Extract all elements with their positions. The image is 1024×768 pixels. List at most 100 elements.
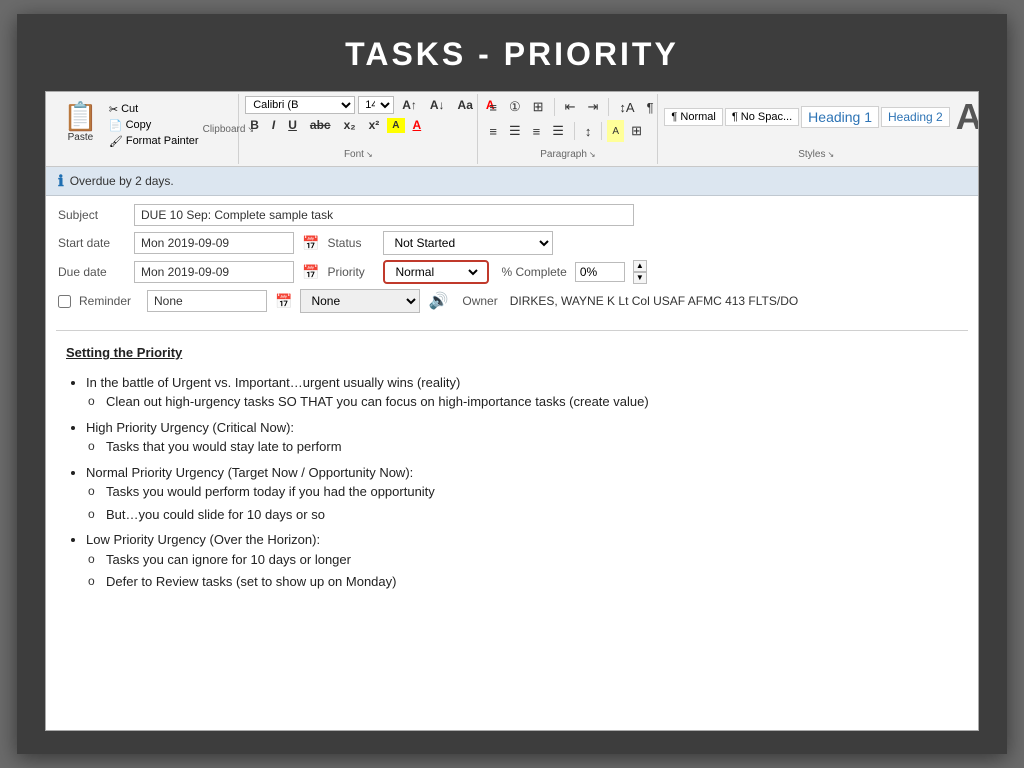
sort-button[interactable]: ↕A [614,96,639,118]
reminder-label: Reminder [79,294,139,308]
decrease-indent-button[interactable]: ⇤ [560,96,581,118]
sub-list-item: Tasks that you would stay late to perfor… [106,437,950,457]
percent-input[interactable] [575,262,625,282]
format-painter-button[interactable]: 🖌 Format Painter [105,134,203,149]
sub-list-item: Defer to Review tasks (set to show up on… [106,572,950,592]
para-row1: ≡ ① ⊞ ⇤ ⇥ ↕A ¶ [484,96,658,118]
justify-button[interactable]: ☰ [547,120,569,142]
owner-label: Owner [462,294,497,308]
bullet-list: In the battle of Urgent vs. Important…ur… [86,373,950,592]
scissors-icon: ✂ [109,103,118,116]
copy-button[interactable]: 📄 Copy [105,118,203,133]
format-painter-icon: 🖌 [109,135,123,148]
sub-list: Tasks that you would stay late to perfor… [106,437,950,457]
grow-font-button[interactable]: A↑ [397,96,422,114]
align-left-button[interactable]: ≡ [484,120,502,142]
status-select[interactable]: Not Started In Progress Completed Waitin… [383,231,553,255]
numbering-button[interactable]: ① [504,96,526,118]
styles-expand-icon[interactable]: ↘ [827,150,834,159]
styles-label: Styles ↘ [798,149,834,162]
list-item: Normal Priority Urgency (Target Now / Op… [86,463,950,525]
ribbon: 📋 Paste ✂ Cut 📄 Copy [46,92,978,167]
reminder-owner-row: Reminder 📅 None 🔊 Owner DIRKES, WAYNE K … [58,289,966,313]
percent-spinner: ▲ ▼ [633,260,647,284]
borders-button[interactable]: ⊞ [626,120,647,142]
paste-button[interactable]: 📋 Paste [56,100,105,146]
sub-list-item: But…you could slide for 10 days or so [106,505,950,525]
reminder-calendar-icon[interactable]: 📅 [275,293,292,310]
start-calendar-icon[interactable]: 📅 [302,235,319,252]
align-right-button[interactable]: ≡ [528,120,546,142]
paragraph-group: ≡ ① ⊞ ⇤ ⇥ ↕A ¶ ≡ ☰ [478,94,658,164]
subscript-button[interactable]: x₂ [339,116,361,134]
font-expand-icon[interactable]: ↘ [366,150,373,159]
start-status-row: Start date 📅 Status Not Started In Progr… [58,231,966,255]
font-group-inner: Calibri (B 14 A↑ A↓ Aa A B I [245,96,499,134]
styles-row: ¶ Normal ¶ No Spac... Heading 1 Heading … [664,96,979,138]
style-heading2[interactable]: Heading 2 [881,107,950,127]
sub-list: Tasks you would perform today if you had… [106,482,950,524]
start-date-input[interactable] [134,232,294,254]
font-group: Calibri (B 14 A↑ A↓ Aa A B I [239,94,478,164]
sub-list-item: Clean out high-urgency tasks SO THAT you… [106,392,950,412]
font-name-select[interactable]: Calibri (B [245,96,355,114]
style-normal[interactable]: ¶ Normal [664,108,722,126]
font-label: Font ↘ [344,149,373,162]
divider4 [601,122,602,140]
font-size-select[interactable]: 14 [358,96,394,114]
list-item: Low Priority Urgency (Over the Horizon):… [86,530,950,592]
reminder-checkbox[interactable] [58,295,71,308]
bold-button[interactable]: B [245,116,264,134]
owner-value: DIRKES, WAYNE K Lt Col USAF AFMC 413 FLT… [510,294,799,308]
priority-container: Normal High Low [383,260,489,284]
due-priority-row: Due date 📅 Priority Normal High Low % Co… [58,260,966,284]
italic-button[interactable]: I [267,116,280,134]
change-case-button[interactable]: Aa [453,96,478,114]
increase-indent-button[interactable]: ⇥ [582,96,603,118]
multilevel-button[interactable]: ⊞ [528,96,549,118]
percent-label: % Complete [501,265,566,279]
none-select[interactable]: None [300,289,420,313]
shrink-font-button[interactable]: A↓ [425,96,450,114]
show-marks-button[interactable]: ¶ [642,96,659,118]
percent-up-button[interactable]: ▲ [633,260,647,272]
list-item: In the battle of Urgent vs. Important…ur… [86,373,950,412]
subject-input[interactable] [134,204,634,226]
para-expand-icon[interactable]: ↘ [589,150,596,159]
percent-down-button[interactable]: ▼ [633,272,647,284]
superscript-button[interactable]: x² [364,116,385,134]
start-date-label: Start date [58,236,126,250]
para-row2: ≡ ☰ ≡ ☰ ↕ A ⊞ [484,120,658,142]
reminder-input[interactable] [147,290,267,312]
font-color-button[interactable]: A [408,116,427,134]
style-heading1[interactable]: Heading 1 [801,106,879,128]
due-calendar-icon[interactable]: 📅 [302,264,319,281]
due-date-label: Due date [58,265,126,279]
sub-list: Tasks you can ignore for 10 days or long… [106,550,950,592]
font-row1: Calibri (B 14 A↑ A↓ Aa A [245,96,499,114]
sub-list-item: Tasks you can ignore for 10 days or long… [106,550,950,570]
task-content: Setting the Priority In the battle of Ur… [46,335,978,606]
paste-icon: 📋 [63,103,98,131]
big-a-label[interactable]: Aa [952,96,979,138]
due-date-input[interactable] [134,261,294,283]
style-no-space[interactable]: ¶ No Spac... [725,108,799,126]
strikethrough-button[interactable]: abc [305,116,336,134]
task-form: Subject Start date 📅 Status Not Started … [46,196,978,326]
paste-section: 📋 Paste ✂ Cut 📄 Copy [56,96,203,150]
line-spacing-button[interactable]: ↕ [580,120,597,142]
speaker-icon[interactable]: 🔊 [428,291,448,311]
info-icon: ℹ [58,172,64,190]
sub-list-item: Tasks you would perform today if you had… [106,482,950,502]
slide-title: TASKS - PRIORITY [17,14,1007,91]
highlight-button[interactable]: A [387,118,404,133]
align-center-button[interactable]: ☰ [504,120,526,142]
bullets-button[interactable]: ≡ [484,96,502,118]
cut-button[interactable]: ✂ Cut [105,102,203,117]
clipboard-group: 📋 Paste ✂ Cut 📄 Copy [50,94,239,164]
priority-select[interactable]: Normal High Low [391,264,481,280]
divider1 [554,98,555,116]
shading-button[interactable]: A [607,120,624,142]
slide-container: TASKS - PRIORITY 📋 Paste ✂ [17,14,1007,754]
underline-button[interactable]: U [283,116,302,134]
